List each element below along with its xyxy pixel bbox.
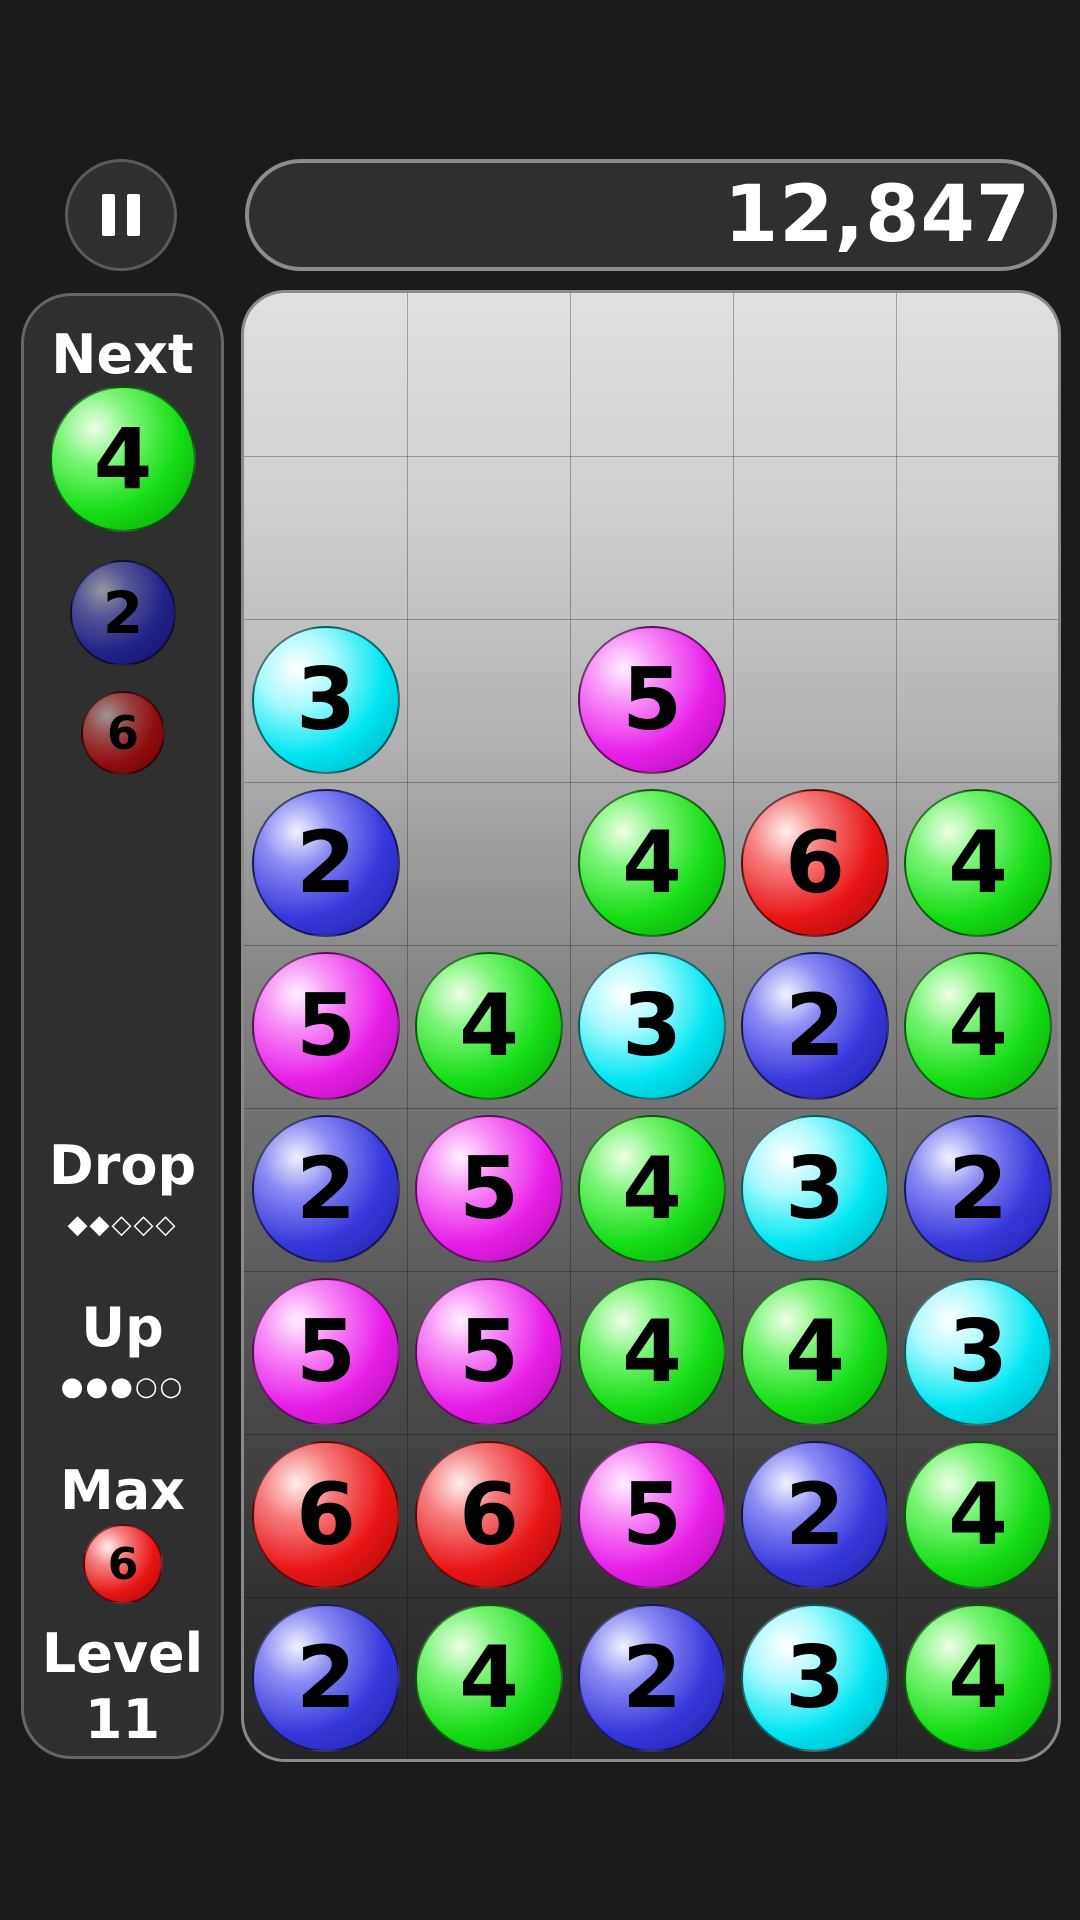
board-ball: 4: [904, 952, 1052, 1100]
board-ball: 3: [904, 1278, 1052, 1426]
board-ball: 5: [415, 1115, 563, 1263]
drop-label: Drop: [48, 1134, 197, 1197]
board-ball: 4: [904, 1604, 1052, 1752]
board-ball: 6: [415, 1441, 563, 1589]
grid-line-horizontal: [244, 1434, 1058, 1435]
grid-line-horizontal: [244, 1597, 1058, 1598]
board-ball: 3: [741, 1604, 889, 1752]
score-display: 12,847: [245, 159, 1057, 271]
grid-line-horizontal: [244, 945, 1058, 946]
board-ball: 2: [252, 789, 400, 937]
score-value: 12,847: [724, 170, 1031, 260]
grid-line-vertical: [896, 293, 897, 1759]
grid-line-horizontal: [244, 1108, 1058, 1109]
board-ball: 4: [741, 1278, 889, 1426]
next-ball-secondary: 2: [70, 560, 176, 666]
grid-line-horizontal: [244, 456, 1058, 457]
up-label: Up: [81, 1296, 164, 1359]
board-ball: 5: [578, 1441, 726, 1589]
pause-icon: [102, 194, 115, 236]
board-ball: 5: [415, 1278, 563, 1426]
drop-charges: ◆◆◇◇◇: [67, 1210, 178, 1240]
board-ball: 4: [415, 952, 563, 1100]
board-ball: 3: [741, 1115, 889, 1263]
board-ball: 2: [252, 1115, 400, 1263]
board-ball: 4: [578, 1278, 726, 1426]
grid-line-horizontal: [244, 619, 1058, 620]
board-ball: 4: [578, 1115, 726, 1263]
grid-line-horizontal: [244, 782, 1058, 783]
board-ball: 6: [741, 789, 889, 937]
board-ball: 3: [578, 952, 726, 1100]
level-value: 11: [84, 1688, 161, 1751]
level-label: Level: [41, 1622, 204, 1685]
max-label: Max: [59, 1459, 185, 1522]
max-ball: 6: [83, 1524, 163, 1604]
board-ball: 5: [578, 626, 726, 774]
board-ball: 6: [252, 1441, 400, 1589]
grid-line-vertical: [570, 293, 571, 1759]
game-board[interactable]: 3524645432425432554436652424234: [241, 290, 1061, 1762]
board-ball: 5: [252, 952, 400, 1100]
board-ball: 2: [252, 1604, 400, 1752]
grid-line-vertical: [407, 293, 408, 1759]
next-label: Next: [51, 323, 194, 386]
board-ball: 4: [578, 789, 726, 937]
board-ball: 2: [904, 1115, 1052, 1263]
board-ball: 4: [904, 789, 1052, 937]
side-panel: Next 4 2 6 Drop ◆◆◇◇◇ Up ●●●○○ Max 6 Lev…: [21, 293, 224, 1759]
pause-button[interactable]: [65, 159, 177, 271]
board-ball: 4: [904, 1441, 1052, 1589]
next-ball-tertiary: 6: [81, 691, 165, 775]
board-ball: 2: [741, 1441, 889, 1589]
grid-line-vertical: [733, 293, 734, 1759]
up-charges: ●●●○○: [60, 1372, 185, 1402]
board-ball: 5: [252, 1278, 400, 1426]
board-ball: 2: [578, 1604, 726, 1752]
board-ball: 2: [741, 952, 889, 1100]
next-ball-primary: 4: [50, 386, 196, 532]
board-ball: 4: [415, 1604, 563, 1752]
board-ball: 3: [252, 626, 400, 774]
grid-line-horizontal: [244, 1271, 1058, 1272]
